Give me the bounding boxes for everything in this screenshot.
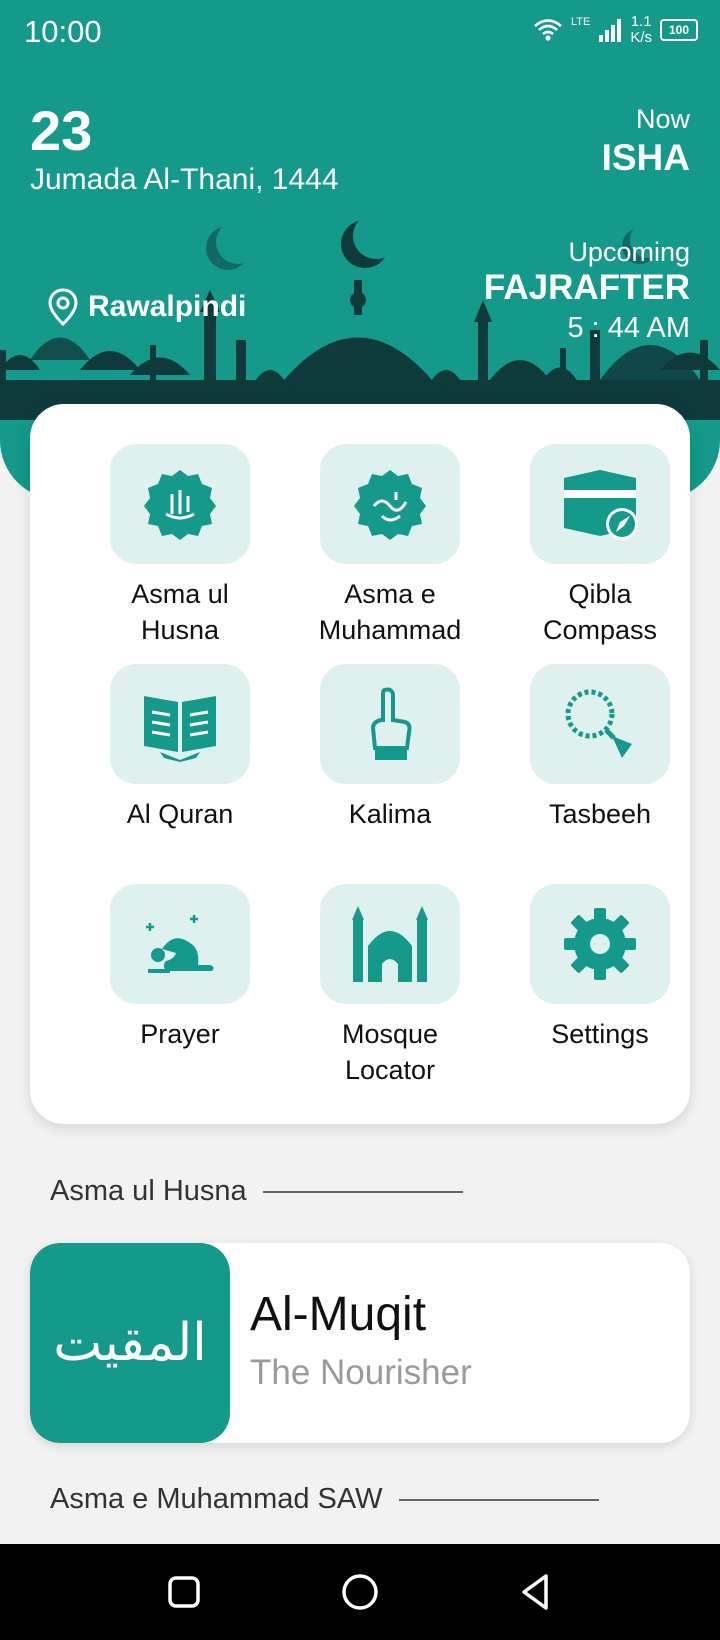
allah-calligraphy-icon	[144, 470, 216, 540]
menu-item-settings[interactable]: Settings	[500, 884, 700, 1052]
network-speed-value: 1.1	[630, 13, 652, 30]
kaaba-compass-icon	[564, 470, 638, 540]
menu-item-asma-e-muhammad[interactable]: Asma e Muhammad	[290, 444, 490, 648]
section-title-asma-e-muhammad: Asma e Muhammad SAW	[50, 1483, 599, 1516]
menu-label-line: Prayer	[140, 1019, 220, 1049]
system-navigation-bar	[0, 1544, 720, 1640]
menu-item-kalima[interactable]: Kalima	[290, 664, 490, 832]
network-speed-unit: K/s	[630, 29, 652, 46]
prostration-icon	[146, 915, 214, 973]
mosque-icon	[352, 906, 428, 982]
menu-label-line: Husna	[140, 615, 220, 645]
quran-icon	[144, 696, 216, 762]
menu-tile	[110, 664, 250, 784]
menu-tile	[530, 884, 670, 1004]
section-title-asma-ul-husna: Asma ul Husna	[50, 1175, 463, 1208]
menu-label-line: Qibla	[568, 579, 632, 609]
location-display[interactable]: Rawalpindi	[48, 288, 246, 326]
location-name: Rawalpindi	[88, 290, 247, 323]
menu-tile	[530, 664, 670, 784]
prayer-beads-icon	[565, 689, 632, 758]
menu-label: Asma ul Husna	[80, 576, 280, 648]
arabic-name-box: المقيت	[30, 1243, 230, 1443]
menu-label-line: Mosque	[341, 1019, 439, 1049]
hijri-month-year: Jumada Al-Thani, 1444	[30, 163, 339, 196]
section-title-text: Asma ul Husna	[50, 1175, 247, 1207]
signal-icon	[599, 19, 622, 42]
menu-item-asma-ul-husna[interactable]: Asma ul Husna	[80, 444, 280, 648]
status-icons: LTE 1.1 K/s 100	[533, 14, 698, 46]
name-meaning: The Nourisher	[250, 1353, 472, 1392]
menu-tile	[110, 444, 250, 564]
menu-label-line: Kalima	[348, 799, 432, 829]
menu-label: Settings	[500, 1016, 700, 1052]
menu-item-qibla-compass[interactable]: Qibla Compass	[500, 444, 700, 648]
asma-ul-husna-card[interactable]: المقيت Al-Muqit The Nourisher	[30, 1243, 690, 1443]
menu-label: Mosque Locator	[290, 1016, 490, 1088]
upcoming-prayer-label: Upcoming	[568, 237, 690, 267]
menu-tile	[530, 444, 670, 564]
current-prayer-label: Now	[635, 104, 690, 134]
menu-item-prayer[interactable]: Prayer	[80, 884, 280, 1052]
hijri-day: 23	[30, 99, 93, 162]
menu-tile	[320, 884, 460, 1004]
battery-icon: 100	[660, 19, 698, 41]
current-prayer-name: ISHA	[601, 137, 690, 178]
menu-item-al-quran[interactable]: Al Quran	[80, 664, 280, 832]
menu-tile	[110, 884, 250, 1004]
section-title-text: Asma e Muhammad SAW	[50, 1483, 383, 1515]
menu-label-line: Locator	[344, 1055, 436, 1085]
menu-tile	[320, 444, 460, 564]
muhammad-calligraphy-icon	[354, 470, 426, 540]
menu-label-line: Settings	[551, 1019, 649, 1049]
menu-tile	[320, 664, 460, 784]
lte-label: LTE	[570, 16, 591, 28]
status-bar: 10:00 LTE 1.1 K/s 100	[0, 0, 720, 64]
name-title: Al-Muqit	[250, 1288, 427, 1341]
menu-label-line: Asma e	[344, 579, 436, 609]
network-speed: 1.1 K/s	[630, 14, 652, 46]
gear-icon	[564, 908, 636, 980]
menu-label-line: Compass	[542, 615, 658, 645]
status-time: 10:00	[24, 14, 102, 49]
upcoming-prayer-name: FAJRAFTER	[483, 268, 690, 307]
wifi-icon	[534, 19, 562, 41]
menu-label: Tasbeeh	[500, 796, 700, 832]
back-button[interactable]	[510, 1566, 562, 1618]
section-divider	[262, 1190, 463, 1193]
menu-label-line: Tasbeeh	[548, 799, 652, 829]
menu-label: Asma e Muhammad	[290, 576, 490, 648]
menu-label-line: Al Quran	[126, 799, 234, 829]
feature-menu-card: Asma ul Husna Asma e Muhammad Qibla Comp…	[30, 404, 690, 1124]
menu-label: Al Quran	[80, 796, 280, 832]
menu-label-line: Asma ul	[131, 579, 229, 609]
section-divider	[398, 1498, 599, 1501]
recents-button[interactable]	[158, 1566, 210, 1618]
menu-label-line: Muhammad	[318, 615, 462, 645]
menu-item-mosque-locator[interactable]: Mosque Locator	[290, 884, 490, 1088]
menu-item-tasbeeh[interactable]: Tasbeeh	[500, 664, 700, 832]
menu-label: Kalima	[290, 796, 490, 832]
raised-finger-icon	[370, 687, 412, 760]
home-button[interactable]	[334, 1566, 386, 1618]
menu-label: Prayer	[80, 1016, 280, 1052]
menu-label: Qibla Compass	[500, 576, 700, 648]
location-pin-icon	[48, 288, 78, 326]
upcoming-prayer-time: 5 : 44 AM	[567, 312, 690, 344]
